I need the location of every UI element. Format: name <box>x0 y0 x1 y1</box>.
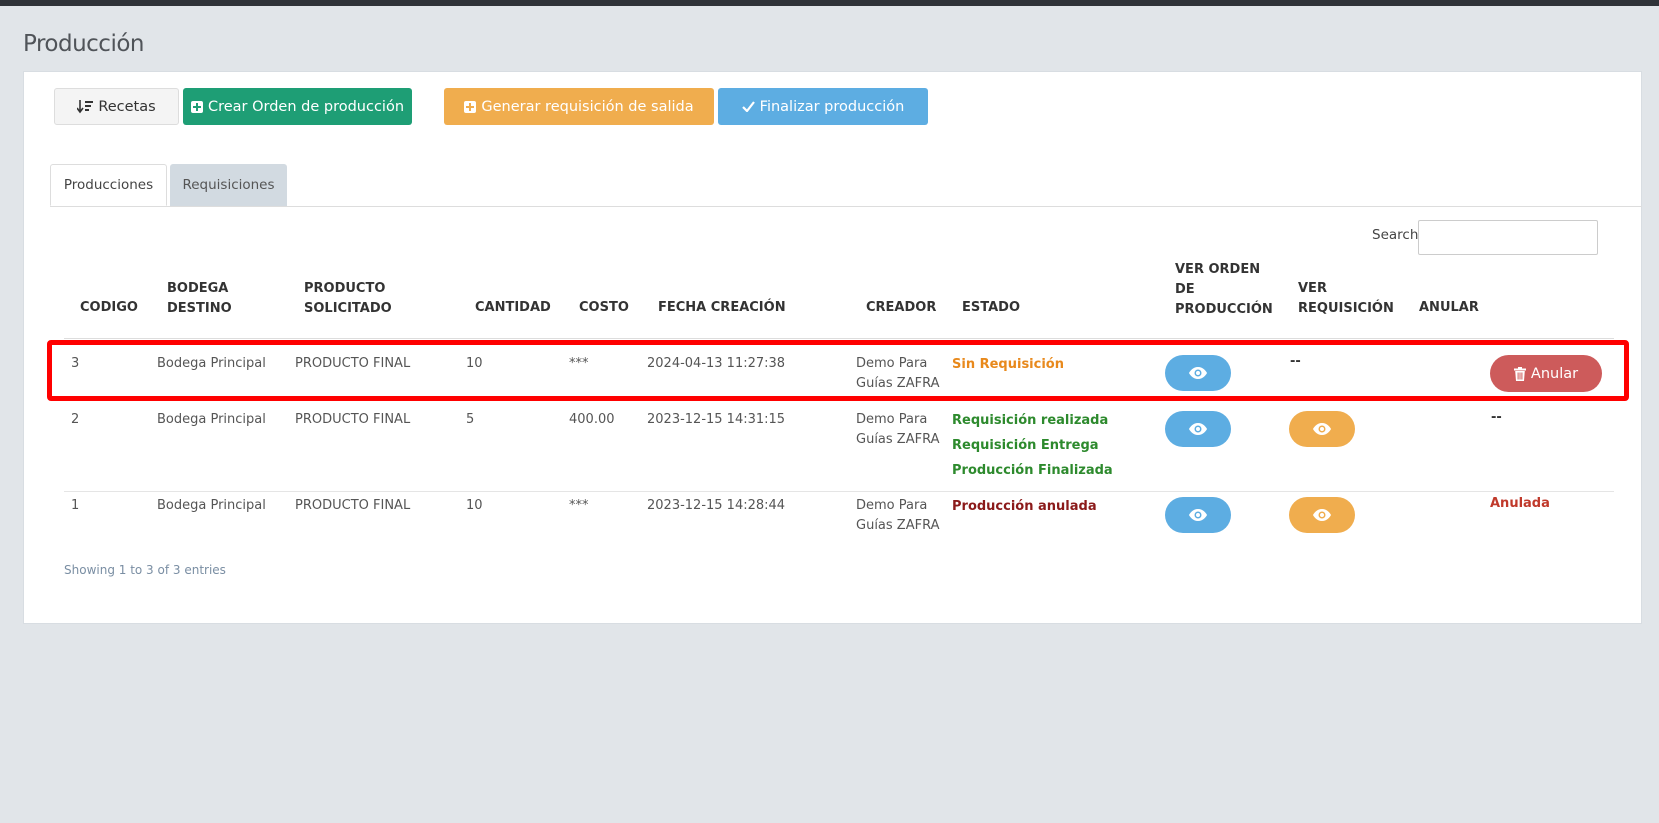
header-producto-line2: SOLICITADO <box>304 301 392 316</box>
status-requisicion-realizada: Requisición realizada <box>952 413 1109 428</box>
eye-icon <box>1189 509 1207 521</box>
crear-orden-button[interactable]: Crear Orden de producción <box>183 88 412 125</box>
header-ver-req-line1: VER <box>1298 281 1327 296</box>
status-anulada: Anulada <box>1490 496 1550 511</box>
header-ver-requisicion[interactable]: VER REQUISICIÓN <box>1298 279 1394 319</box>
cell-costo: 400.00 <box>569 412 615 427</box>
sort-amount-icon <box>77 99 94 113</box>
creador-line1: Demo Para <box>856 498 928 513</box>
header-codigo[interactable]: CODIGO <box>80 298 138 318</box>
status-sin-requisicion: Sin Requisición <box>952 357 1064 372</box>
cell-bodega: Bodega Principal <box>157 498 266 513</box>
top-bar <box>0 0 1659 6</box>
status-list: Requisición realizada Requisición Entreg… <box>952 408 1113 483</box>
eye-icon <box>1189 423 1207 435</box>
plus-square-icon <box>190 100 203 113</box>
cell-producto: PRODUCTO FINAL <box>295 356 411 371</box>
ver-orden-button[interactable] <box>1165 355 1231 391</box>
status-requisicion-entrega: Requisición Entrega <box>952 438 1099 453</box>
cell-fecha: 2024-04-13 11:27:38 <box>647 356 786 371</box>
generar-requisicion-label: Generar requisición de salida <box>481 98 694 115</box>
header-ver-orden-line2: DE <box>1175 282 1195 297</box>
header-estado[interactable]: ESTADO <box>962 298 1020 318</box>
header-costo[interactable]: COSTO <box>579 298 629 318</box>
cell-cantidad: 10 <box>466 356 483 371</box>
anular-label: Anular <box>1530 365 1579 382</box>
header-cantidad[interactable]: CANTIDAD <box>475 298 551 318</box>
creador-line2: Guías ZAFRA <box>856 432 940 447</box>
generar-requisicion-button[interactable]: Generar requisición de salida <box>444 88 714 125</box>
header-bodega-destino[interactable]: BODEGA DESTINO <box>167 279 232 319</box>
cell-creador: Demo Para Guías ZAFRA <box>856 410 939 450</box>
creador-line2: Guías ZAFRA <box>856 518 940 533</box>
creador-line1: Demo Para <box>856 356 928 371</box>
ver-requisicion-empty: -- <box>1290 354 1301 369</box>
header-fecha-creacion[interactable]: FECHA CREACIÓN <box>658 298 786 318</box>
anular-button[interactable]: Anular <box>1490 355 1602 392</box>
cell-bodega: Bodega Principal <box>157 412 266 427</box>
cell-costo: *** <box>569 356 589 371</box>
header-divider <box>64 338 1614 339</box>
search-input[interactable] <box>1418 220 1598 255</box>
cell-cantidad: 5 <box>466 412 475 427</box>
header-ver-orden[interactable]: VER ORDEN DE PRODUCCIÓN <box>1175 260 1273 320</box>
tab-bar: Producciones Requisiciones <box>50 164 1642 207</box>
cell-bodega: Bodega Principal <box>157 356 266 371</box>
cell-fecha: 2023-12-15 14:31:15 <box>647 412 786 427</box>
cell-producto: PRODUCTO FINAL <box>295 412 411 427</box>
ver-orden-button[interactable] <box>1165 411 1231 447</box>
recetas-label: Recetas <box>98 98 156 115</box>
cell-codigo: 3 <box>71 356 80 371</box>
finalizar-produccion-button[interactable]: Finalizar producción <box>718 88 928 125</box>
ver-requisicion-button[interactable] <box>1289 411 1355 447</box>
status-produccion-finalizada: Producción Finalizada <box>952 463 1113 478</box>
header-producto-line1: PRODUCTO <box>304 281 386 296</box>
anular-empty: -- <box>1491 410 1502 425</box>
header-anular[interactable]: ANULAR <box>1419 298 1479 318</box>
header-bodega-line2: DESTINO <box>167 301 232 316</box>
creador-line2: Guías ZAFRA <box>856 376 940 391</box>
status-produccion-anulada: Producción anulada <box>952 499 1097 514</box>
eye-icon <box>1313 423 1331 435</box>
check-icon <box>741 101 755 112</box>
trash-icon <box>1513 366 1526 381</box>
finalizar-produccion-label: Finalizar producción <box>759 98 905 115</box>
header-ver-orden-line1: VER ORDEN <box>1175 262 1261 277</box>
cell-codigo: 1 <box>71 498 80 513</box>
cell-cantidad: 10 <box>466 498 483 513</box>
crear-orden-label: Crear Orden de producción <box>207 98 405 115</box>
tab-producciones[interactable]: Producciones <box>50 164 167 206</box>
page-title: Producción <box>23 31 145 57</box>
cell-codigo: 2 <box>71 412 80 427</box>
header-bodega-line1: BODEGA <box>167 281 229 296</box>
ver-requisicion-button[interactable] <box>1289 497 1355 533</box>
tab-requisiciones[interactable]: Requisiciones <box>170 164 287 206</box>
row-divider <box>64 491 1614 492</box>
creador-line1: Demo Para <box>856 412 928 427</box>
table-info: Showing 1 to 3 of 3 entries <box>64 563 226 577</box>
recetas-button[interactable]: Recetas <box>54 88 179 125</box>
cell-fecha: 2023-12-15 14:28:44 <box>647 498 786 513</box>
eye-icon <box>1313 509 1331 521</box>
cell-creador: Demo Para Guías ZAFRA <box>856 496 939 536</box>
ver-orden-button[interactable] <box>1165 497 1231 533</box>
header-producto-solicitado[interactable]: PRODUCTO SOLICITADO <box>304 279 392 319</box>
header-ver-orden-line3: PRODUCCIÓN <box>1175 302 1273 317</box>
plus-square-icon <box>464 100 477 113</box>
cell-costo: *** <box>569 498 589 513</box>
cell-creador: Demo Para Guías ZAFRA <box>856 354 939 394</box>
cell-producto: PRODUCTO FINAL <box>295 498 411 513</box>
header-creador[interactable]: CREADOR <box>866 298 936 318</box>
header-ver-req-line2: REQUISICIÓN <box>1298 301 1394 316</box>
search-label: Search: <box>1372 227 1423 243</box>
eye-icon <box>1189 367 1207 379</box>
main-panel: Recetas Crear Orden de producción Genera… <box>23 71 1642 624</box>
